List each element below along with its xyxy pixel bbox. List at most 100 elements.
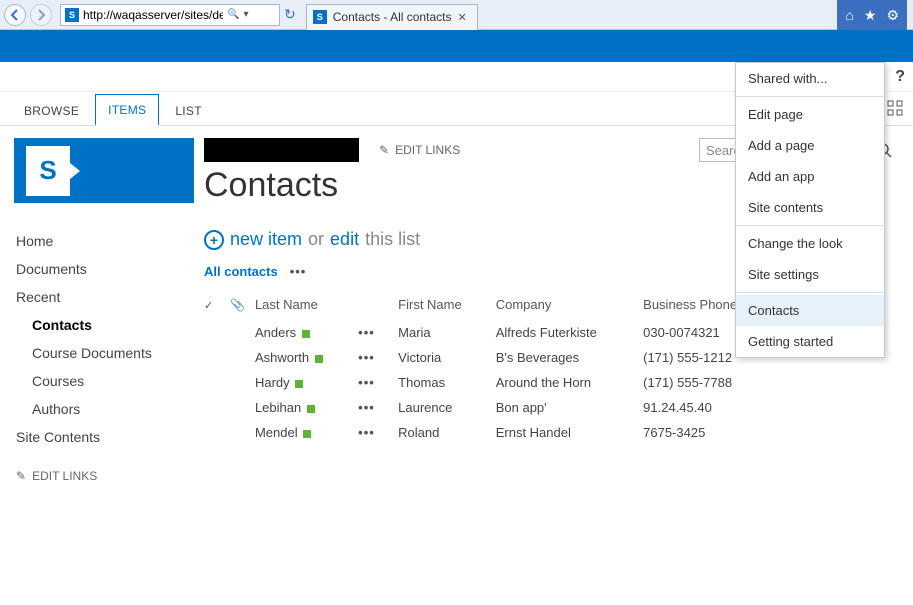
browser-bar: S 🔍 ▾ ↻ S Contacts - All contacts ✕ ⌂ ★ … <box>0 0 913 30</box>
current-view[interactable]: All contacts <box>204 264 278 279</box>
tab-close-icon[interactable]: ✕ <box>457 11 466 24</box>
address-input[interactable] <box>83 8 223 22</box>
this-list-text: this list <box>365 229 420 250</box>
cell-company: Ernst Handel <box>496 420 643 445</box>
search-dropdown-icon[interactable]: 🔍 <box>227 9 239 20</box>
home-icon[interactable]: ⌂ <box>845 7 853 23</box>
new-item-link[interactable]: new item <box>230 229 302 250</box>
edit-links-label: EDIT LINKS <box>32 469 97 483</box>
left-column: S HomeDocumentsRecentContactsCourse Docu… <box>0 126 200 483</box>
settings-menu-item-add-an-app[interactable]: Add an app <box>736 161 884 192</box>
settings-menu-item-site-contents[interactable]: Site contents <box>736 192 884 223</box>
item-menu-icon[interactable]: ••• <box>358 350 375 365</box>
quick-launch: HomeDocumentsRecentContactsCourse Docume… <box>0 227 200 451</box>
select-all-icon[interactable]: ✓ <box>204 300 213 312</box>
browser-tab[interactable]: S Contacts - All contacts ✕ <box>306 4 478 30</box>
tools-icon[interactable]: ⚙ <box>886 7 899 24</box>
new-indicator-icon <box>303 430 311 438</box>
sidebar-item-authors[interactable]: Authors <box>0 395 200 423</box>
attachment-icon: 📎 <box>230 298 245 312</box>
table-row[interactable]: Lebihan ••• LaurenceBon app'91.24.45.40 <box>204 395 895 420</box>
col-lastname[interactable]: Last Name <box>255 291 358 320</box>
new-indicator-icon <box>307 405 315 413</box>
ribbon-tab-items[interactable]: ITEMS <box>95 94 159 126</box>
cell-lastname[interactable]: Hardy <box>255 370 358 395</box>
sidebar-item-recent[interactable]: Recent <box>0 283 200 311</box>
settings-menu-item-add-a-page[interactable]: Add a page <box>736 130 884 161</box>
focus-content-icon[interactable] <box>887 100 903 116</box>
new-indicator-icon <box>295 380 303 388</box>
cell-company: Around the Horn <box>496 370 643 395</box>
cell-lastname[interactable]: Anders <box>255 320 358 345</box>
settings-menu-item-edit-page[interactable]: Edit page <box>736 99 884 130</box>
cell-businessphone: 7675-3425 <box>643 420 781 445</box>
ribbon-tab-list[interactable]: LIST <box>163 96 214 125</box>
browser-tab-title: Contacts - All contacts <box>333 10 452 24</box>
settings-menu-item-contacts[interactable]: Contacts <box>736 295 884 326</box>
cell-company: Alfreds Futerkiste <box>496 320 643 345</box>
pencil-icon: ✎ <box>379 143 389 157</box>
pencil-icon: ✎ <box>16 469 26 483</box>
or-text: or <box>308 229 324 250</box>
settings-menu-item-site-settings[interactable]: Site settings <box>736 259 884 290</box>
cell-homephone <box>781 370 895 395</box>
sidebar-item-contacts[interactable]: Contacts <box>0 311 200 339</box>
cell-businessphone: 91.24.45.40 <box>643 395 781 420</box>
table-row[interactable]: Mendel •••RolandErnst Handel7675-3425 <box>204 420 895 445</box>
settings-menu-item-getting-started[interactable]: Getting started <box>736 326 884 357</box>
ribbon-tab-browse[interactable]: BROWSE <box>12 96 91 125</box>
help-icon[interactable]: ? <box>895 68 905 86</box>
address-dropdown-icon[interactable]: ▾ <box>243 9 248 20</box>
site-logo[interactable]: S <box>14 138 194 203</box>
new-indicator-icon <box>315 355 323 363</box>
cell-lastname[interactable]: Ashworth <box>255 345 358 370</box>
sidebar-item-course-documents[interactable]: Course Documents <box>0 339 200 367</box>
col-firstname[interactable]: First Name <box>398 291 496 320</box>
address-bar[interactable]: S 🔍 ▾ <box>60 4 280 26</box>
col-company[interactable]: Company <box>496 291 643 320</box>
browser-toolbar-right: ⌂ ★ ⚙ <box>837 0 907 30</box>
table-row[interactable]: Hardy ••• ThomasAround the Horn(171) 555-… <box>204 370 895 395</box>
quick-launch-edit-links[interactable]: ✎ EDIT LINKS <box>0 469 200 483</box>
edit-links-label: EDIT LINKS <box>395 143 460 157</box>
browser-back-button[interactable] <box>4 4 26 26</box>
settings-menu-item-shared-with-[interactable]: Shared with... <box>736 63 884 94</box>
edit-list-link[interactable]: edit <box>330 229 359 250</box>
sidebar-item-documents[interactable]: Documents <box>0 255 200 283</box>
browser-forward-button[interactable] <box>30 4 52 26</box>
cell-lastname[interactable]: Lebihan <box>255 395 358 420</box>
sharepoint-logo-icon: S <box>26 146 70 196</box>
cell-company: B's Beverages <box>496 345 643 370</box>
suite-bar <box>0 30 913 62</box>
site-title-redacted <box>204 138 359 162</box>
sidebar-item-home[interactable]: Home <box>0 227 200 255</box>
cell-homephone <box>781 395 895 420</box>
favorites-icon[interactable]: ★ <box>864 7 877 24</box>
cell-firstname: Victoria <box>398 345 496 370</box>
settings-menu-item-change-the-look[interactable]: Change the look <box>736 228 884 259</box>
view-menu-icon[interactable]: ••• <box>290 264 307 279</box>
browser-refresh-button[interactable]: ↻ <box>284 6 296 23</box>
sidebar-item-site-contents[interactable]: Site Contents <box>0 423 200 451</box>
item-menu-icon[interactable]: ••• <box>358 400 375 415</box>
settings-menu: Shared with... Edit pageAdd a pageAdd an … <box>735 62 885 358</box>
top-nav-edit-links[interactable]: ✎ EDIT LINKS <box>379 143 460 157</box>
cell-company: Bon app' <box>496 395 643 420</box>
menu-separator <box>736 96 884 97</box>
cell-lastname[interactable]: Mendel <box>255 420 358 445</box>
item-menu-icon[interactable]: ••• <box>358 375 375 390</box>
cell-businessphone: (171) 555-7788 <box>643 370 781 395</box>
new-indicator-icon <box>302 330 310 338</box>
cell-homephone <box>781 420 895 445</box>
item-menu-icon[interactable]: ••• <box>358 425 375 440</box>
sharepoint-favicon: S <box>313 10 327 24</box>
cell-firstname: Laurence <box>398 395 496 420</box>
cell-firstname: Maria <box>398 320 496 345</box>
cell-firstname: Thomas <box>398 370 496 395</box>
menu-separator <box>736 225 884 226</box>
sharepoint-favicon: S <box>65 8 79 22</box>
item-menu-icon[interactable]: ••• <box>358 325 375 340</box>
sidebar-item-courses[interactable]: Courses <box>0 367 200 395</box>
menu-separator <box>736 292 884 293</box>
plus-circle-icon[interactable]: + <box>204 230 224 250</box>
